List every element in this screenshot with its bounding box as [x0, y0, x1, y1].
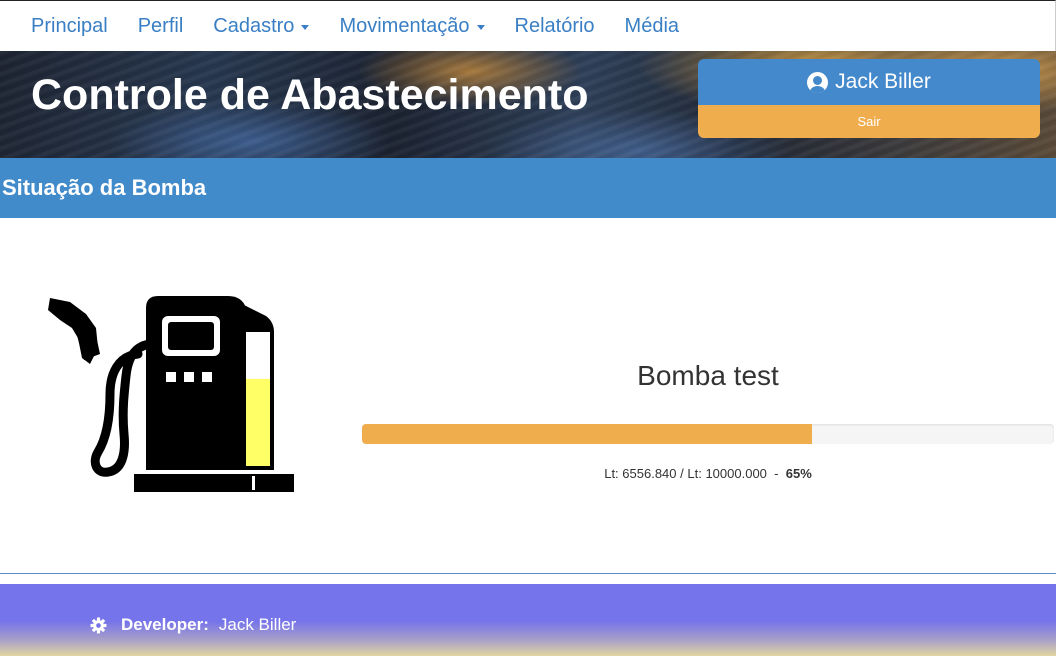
- stats-separator: /: [680, 466, 684, 481]
- caret-down-icon: [476, 25, 485, 30]
- footer: Developer: Jack Biller: [0, 584, 1056, 656]
- nav-item-label: Perfil: [137, 14, 184, 37]
- gear-icon: [90, 617, 107, 633]
- section-header: Situação da Bomba: [0, 158, 1056, 218]
- user-profile-button[interactable]: Jack Biller: [698, 59, 1040, 105]
- developer-credit: Developer: Jack Biller: [90, 615, 296, 635]
- nav-item-label: Média: [624, 14, 680, 37]
- nav-item-perfil[interactable]: Perfil: [123, 15, 199, 38]
- pump-stats: Lt: 6556.840 / Lt: 10000.000 - 65%: [362, 466, 1054, 481]
- developer-label: Developer:: [121, 615, 209, 634]
- current-liters: Lt: 6556.840: [604, 466, 677, 481]
- fill-percent: 65%: [785, 466, 812, 481]
- fuel-progress-fill: [362, 424, 812, 444]
- pump-name: Bomba test: [637, 360, 779, 391]
- fuel-level-fill: [246, 378, 270, 466]
- top-navbar: Principal Perfil Cadastro Movimentação R…: [0, 0, 1056, 51]
- app-title: Controle de Abastecimento: [31, 71, 589, 119]
- fuel-progress-bar: [362, 424, 1054, 444]
- nav-item-label: Principal: [31, 14, 108, 37]
- nav-item-principal[interactable]: Principal: [16, 15, 123, 38]
- stats-dash: -: [774, 466, 779, 481]
- nav-item-cadastro[interactable]: Cadastro: [198, 15, 324, 38]
- user-circle-icon: [807, 71, 829, 93]
- user-panel: Jack Biller Sair: [698, 59, 1040, 138]
- nav-item-label: Relatório: [514, 14, 595, 37]
- nav-item-movimentacao[interactable]: Movimentação: [324, 15, 499, 38]
- developer-name: Jack Biller: [218, 615, 297, 634]
- content-divider: [0, 573, 1056, 574]
- logout-button[interactable]: Sair: [698, 105, 1040, 138]
- caret-down-icon: [301, 25, 310, 30]
- user-name: Jack Biller: [835, 70, 931, 93]
- fuel-pump-icon: [48, 296, 294, 492]
- nav-item-media[interactable]: Média: [610, 15, 694, 38]
- capacity-liters: Lt: 10000.000: [687, 466, 767, 481]
- nav-item-label: Movimentação: [339, 14, 470, 37]
- nav-item-label: Cadastro: [213, 14, 295, 37]
- section-title: Situação da Bomba: [2, 175, 207, 200]
- nav-item-relatorio[interactable]: Relatório: [500, 15, 610, 38]
- header-banner: Controle de Abastecimento Jack Biller Sa…: [0, 51, 1056, 158]
